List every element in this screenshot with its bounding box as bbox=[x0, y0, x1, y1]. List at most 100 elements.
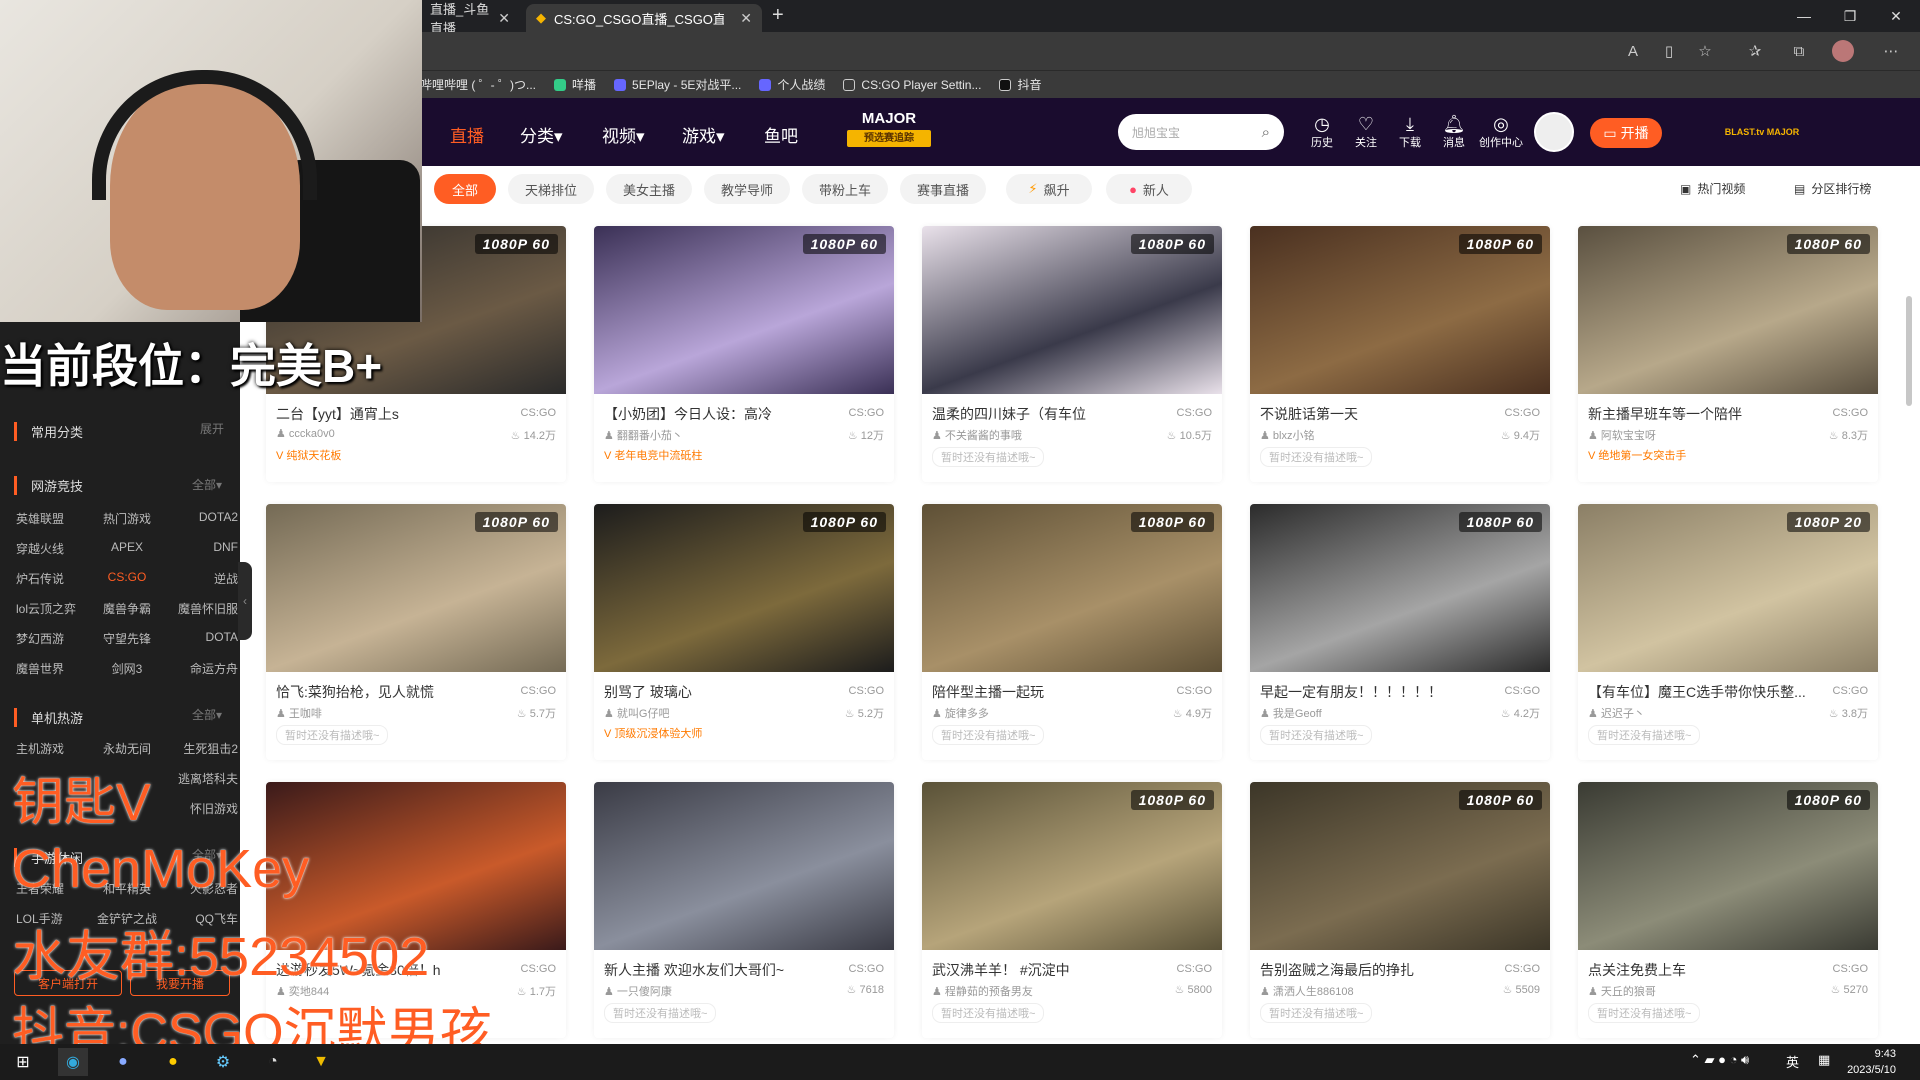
streamer-name[interactable]: ♟ 我是Geoff bbox=[1260, 705, 1322, 721]
stream-category[interactable]: CS:GO bbox=[1833, 407, 1868, 419]
stream-thumbnail[interactable]: 1080P 60 bbox=[922, 504, 1222, 672]
stream-thumbnail[interactable]: 1080P 60 bbox=[1250, 504, 1550, 672]
sidebar-item[interactable]: 生死狙击2 bbox=[168, 740, 238, 757]
hot-videos-link[interactable]: ▣ 热门视频 bbox=[1680, 180, 1745, 197]
stream-thumbnail[interactable]: 1080P 60 bbox=[922, 226, 1222, 394]
nav-live[interactable]: 直播 bbox=[450, 122, 484, 147]
header-download[interactable]: ⤓ 下载 bbox=[1388, 114, 1432, 150]
streamer-name[interactable]: ♟ 程静茹的预备男友 bbox=[932, 983, 1033, 999]
search-icon[interactable]: ⌕ bbox=[1262, 124, 1270, 141]
streamer-name[interactable]: ♟ 旋律多多 bbox=[932, 705, 989, 721]
reader-icon[interactable]: ▯ bbox=[1658, 40, 1680, 62]
chip-with-fans[interactable]: 带粉上车 bbox=[802, 174, 888, 204]
stream-card[interactable]: 1080P 60 温柔的四川妹子（有车位 CS:GO ♟ 不关酱酱的事哦 ♨ 10.5万… bbox=[922, 226, 1222, 482]
close-icon[interactable]: ✕ bbox=[498, 10, 510, 27]
sidebar-item[interactable]: 逆战 bbox=[168, 570, 238, 587]
keyboard-icon[interactable]: ▦ bbox=[1818, 1052, 1830, 1068]
major-banner[interactable]: MAJOR 预选赛追踪 bbox=[844, 110, 934, 154]
stream-thumbnail[interactable]: 1080P 60 bbox=[594, 504, 894, 672]
nav-video[interactable]: 视频▾ bbox=[602, 122, 645, 147]
sidebar-item[interactable]: 命运方舟 bbox=[168, 660, 238, 677]
sidebar-item[interactable]: 炉石传说 bbox=[16, 570, 86, 587]
streamer-name[interactable]: ♟ 就叫G仔吧 bbox=[604, 705, 669, 721]
stream-category[interactable]: CS:GO bbox=[849, 685, 884, 697]
header-history[interactable]: ◷ 历史 bbox=[1300, 114, 1344, 150]
stream-title[interactable]: 【小奶团】今日人设：高冷 bbox=[604, 404, 834, 424]
chip-rising[interactable]: ⚡ 飙升 bbox=[1006, 174, 1092, 204]
tray-icons[interactable]: ⌃ ▰ ● ◔ 🔊︎ bbox=[1690, 1052, 1749, 1068]
nav-games[interactable]: 游戏▾ bbox=[682, 122, 725, 147]
sidebar-item[interactable]: 魔兽怀旧服 bbox=[168, 600, 238, 617]
stream-category[interactable]: CS:GO bbox=[521, 963, 556, 975]
search-input[interactable]: 旭旭宝宝 ⌕ bbox=[1118, 114, 1284, 150]
stream-title[interactable]: 恰飞:菜狗抬枪，见人就慌 bbox=[276, 682, 506, 702]
sidebar-item[interactable]: 魔兽争霸 bbox=[92, 600, 162, 617]
streamer-name[interactable]: ♟ 潇洒人生886108 bbox=[1260, 983, 1354, 999]
stream-thumbnail[interactable]: 1080P 60 bbox=[594, 226, 894, 394]
bookmark-miebo[interactable]: 咩播 bbox=[554, 76, 596, 93]
stream-category[interactable]: CS:GO bbox=[1833, 685, 1868, 697]
stream-card[interactable]: 1080P 60 武汉沸羊羊！ #沉淀中 CS:GO ♟ 程静茹的预备男友 ♨ 5800… bbox=[922, 782, 1222, 1038]
sidebar-item[interactable]: 主机游戏 bbox=[16, 740, 86, 757]
csgo-icon[interactable]: ▼ bbox=[306, 1048, 336, 1076]
nav-category[interactable]: 分类▾ bbox=[520, 122, 563, 147]
stream-title[interactable]: 别骂了 玻璃心 bbox=[604, 682, 834, 702]
streamer-name[interactable]: ♟ 翻翻番小茄丶 bbox=[604, 427, 683, 443]
sidebar-collapse-icon[interactable]: ‹ bbox=[238, 562, 252, 640]
favorite-add-icon[interactable]: ☆ bbox=[1694, 40, 1716, 62]
stream-category[interactable]: CS:GO bbox=[849, 407, 884, 419]
sidebar-item[interactable]: lol云顶之弈 bbox=[16, 600, 86, 617]
stream-category[interactable]: CS:GO bbox=[1177, 963, 1212, 975]
stream-thumbnail[interactable]: 1080P 60 bbox=[1578, 782, 1878, 950]
header-follow[interactable]: ♡ 关注 bbox=[1344, 114, 1388, 150]
windows-start-icon[interactable]: ⊞ bbox=[8, 1048, 38, 1076]
stream-title[interactable]: 二台【yyt】通宵上s bbox=[276, 404, 506, 424]
stream-thumbnail[interactable]: 1080P 20 bbox=[1578, 504, 1878, 672]
chip-all[interactable]: 全部 bbox=[434, 174, 496, 204]
sidebar-item[interactable]: 守望先锋 bbox=[92, 630, 162, 647]
sidebar-item[interactable]: APEX bbox=[92, 540, 162, 554]
sidebar-item[interactable]: 永劫无间 bbox=[92, 740, 162, 757]
new-tab-icon[interactable]: + bbox=[772, 4, 784, 27]
chip-esports[interactable]: 赛事直播 bbox=[900, 174, 986, 204]
stream-card[interactable]: 1080P 60 【小奶团】今日人设：高冷 CS:GO ♟ 翻翻番小茄丶 ♨ 12万 V … bbox=[594, 226, 894, 482]
stream-title[interactable]: 陪伴型主播一起玩 bbox=[932, 682, 1162, 702]
ime-indicator[interactable]: 英 bbox=[1786, 1052, 1799, 1071]
tab-douyu-live[interactable]: 直播_斗鱼直播 ✕ bbox=[420, 2, 520, 36]
stream-title[interactable]: 告别盗贼之海最后的挣扎 bbox=[1260, 960, 1490, 980]
stream-title[interactable]: 新人主播 欢迎水友们大哥们~ bbox=[604, 960, 834, 980]
streamer-name[interactable]: ♟ 一只傻阿康 bbox=[604, 983, 672, 999]
stream-category[interactable]: CS:GO bbox=[521, 685, 556, 697]
stream-card[interactable]: 1080P 60 不说脏话第一天 CS:GO ♟ blxz小铭 ♨ 9.4万 暂时还没有描… bbox=[1250, 226, 1550, 482]
stream-thumbnail[interactable]: 1080P 60 bbox=[1250, 782, 1550, 950]
streamer-name[interactable]: ♟ cccka0v0 bbox=[276, 427, 335, 440]
stream-category[interactable]: CS:GO bbox=[1177, 685, 1212, 697]
system-clock[interactable]: 9:43 2023/5/10 bbox=[1847, 1046, 1896, 1078]
read-aloud-icon[interactable]: A bbox=[1622, 40, 1644, 62]
obs-icon[interactable]: ● bbox=[108, 1048, 138, 1076]
streamer-name[interactable]: ♟ 不关酱酱的事哦 bbox=[932, 427, 1022, 443]
stream-card[interactable]: 1080P 60 新主播早班车等一个陪伴 CS:GO ♟ 阿软宝宝呀 ♨ 8.3万 V 绝… bbox=[1578, 226, 1878, 482]
collections-icon[interactable]: ⧉ bbox=[1788, 40, 1810, 62]
stream-card[interactable]: 1080P 60 恰飞:菜狗抬枪，见人就慌 CS:GO ♟ 王咖啡 ♨ 5.7万 暂时还没… bbox=[266, 504, 566, 760]
streamer-name[interactable]: ♟ blxz小铭 bbox=[1260, 427, 1314, 443]
sidebar-item[interactable]: 梦幻西游 bbox=[16, 630, 86, 647]
chip-teacher[interactable]: 教学导师 bbox=[704, 174, 790, 204]
page-scrollbar[interactable] bbox=[1906, 296, 1912, 406]
stream-card[interactable]: 1080P 60 点关注免费上车 CS:GO ♟ 天丘的狼哥 ♨ 5270 暂时还没有描述… bbox=[1578, 782, 1878, 1038]
stream-thumbnail[interactable] bbox=[594, 782, 894, 950]
tab-csgo-live[interactable]: ◆ CS:GO_CSGO直播_CSGO直播视 ✕ bbox=[526, 4, 762, 32]
stream-card[interactable]: 1080P 60 陪伴型主播一起玩 CS:GO ♟ 旋律多多 ♨ 4.9万 暂时还没有描述… bbox=[922, 504, 1222, 760]
streamer-name[interactable]: ♟ 阿软宝宝呀 bbox=[1588, 427, 1656, 443]
sidebar-item[interactable]: 怀旧游戏 bbox=[168, 800, 238, 817]
stream-title[interactable]: 【有车位】魔王C选手带你快乐整... bbox=[1588, 682, 1818, 702]
favorites-icon[interactable]: ✰ bbox=[1744, 40, 1766, 62]
restore-icon[interactable]: ❐ bbox=[1828, 0, 1872, 32]
stream-thumbnail[interactable]: 1080P 60 bbox=[1250, 226, 1550, 394]
nav-yuba[interactable]: 鱼吧 bbox=[764, 122, 798, 147]
edge-icon[interactable]: ◉ bbox=[58, 1048, 88, 1076]
sidebar-item[interactable]: 逃离塔科夫 bbox=[168, 770, 238, 787]
stream-card[interactable]: 新人主播 欢迎水友们大哥们~ CS:GO ♟ 一只傻阿康 ♨ 7618 暂时还没有描述哦… bbox=[594, 782, 894, 1038]
window-close-icon[interactable]: ✕ bbox=[1874, 0, 1918, 32]
sidebar-item[interactable]: DOTA2 bbox=[168, 510, 238, 524]
